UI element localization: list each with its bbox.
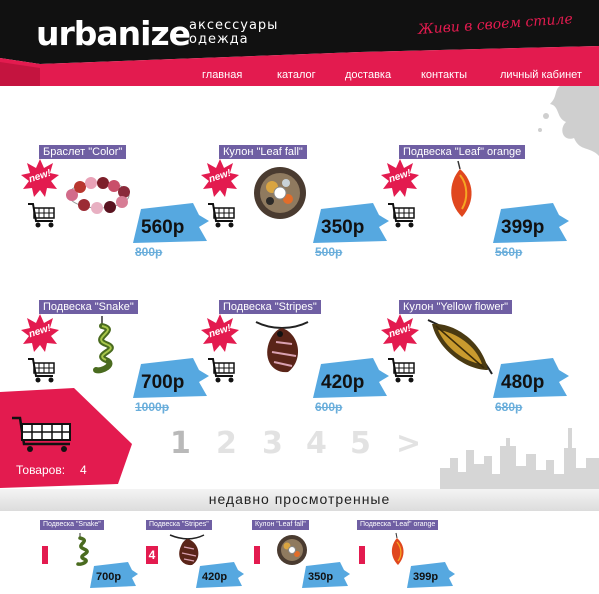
- recently-viewed-title: недавно просмотренные: [208, 491, 391, 507]
- recent-item: Кулон "Leaf fall" 350р: [252, 520, 352, 588]
- price-tag[interactable]: 480р: [493, 358, 571, 398]
- cart-count-label: Товаров:: [16, 463, 66, 477]
- stripes-pendant-image[interactable]: [242, 314, 316, 376]
- recent-item-price-tag[interactable]: 350р: [302, 562, 350, 588]
- recent-item: Подвеска "Leaf" orange 399р: [357, 520, 457, 588]
- new-badge: new!: [201, 159, 239, 197]
- price-tag[interactable]: 560р: [133, 203, 211, 243]
- price: 480р: [501, 372, 545, 393]
- price-tag[interactable]: 700р: [133, 358, 211, 398]
- product-card: Подвеска "Stripes" new! 420р 600р: [201, 300, 389, 420]
- product-card: Кулон "Yellow flower" new! 480р 680р: [381, 300, 569, 420]
- page-1[interactable]: 1: [170, 426, 191, 462]
- round-pendant-image[interactable]: [242, 159, 316, 221]
- add-to-cart-icon[interactable]: [387, 356, 417, 384]
- price: 560р: [141, 217, 185, 238]
- leaf-pendant-image[interactable]: [422, 314, 496, 376]
- recent-item-price: 350р: [308, 571, 334, 583]
- product-title[interactable]: Подвеска "Stripes": [219, 300, 321, 314]
- recent-item-count: 4: [146, 546, 158, 564]
- old-price: 600р: [315, 400, 343, 414]
- product-title[interactable]: Кулон "Yellow flower": [399, 300, 513, 314]
- recent-item-title[interactable]: Подвеска "Leaf" orange: [357, 520, 439, 530]
- logo-subtitle: аксессуары одежда: [189, 19, 278, 47]
- recent-item-price-tag[interactable]: 420р: [196, 562, 244, 588]
- old-price: 680р: [495, 400, 523, 414]
- cart-count: 4: [80, 463, 87, 477]
- page-4[interactable]: 4: [306, 426, 327, 462]
- add-to-cart-icon[interactable]: [27, 201, 57, 229]
- price: 350р: [321, 217, 365, 238]
- product-card: Кулон "Leaf fall" new! 350р 500р: [201, 145, 389, 265]
- price-tag[interactable]: 420р: [313, 358, 391, 398]
- recent-item-price-tag[interactable]: 399р: [407, 562, 455, 588]
- recent-item: Подвеска "Snake" 700р: [40, 520, 140, 588]
- shopping-cart-icon[interactable]: [12, 416, 74, 452]
- recent-item-count: [42, 546, 48, 564]
- recent-item-title[interactable]: Подвеска "Stripes": [146, 520, 212, 530]
- nav-account[interactable]: личный кабинет: [500, 68, 582, 82]
- new-badge: new!: [21, 159, 59, 197]
- logo-subtitle-line2: одежда: [189, 32, 249, 47]
- page-5[interactable]: 5: [350, 426, 371, 462]
- logo-subtitle-line1: аксессуары: [189, 18, 279, 33]
- product-card: Браслет "Color" new! 560р 800р: [21, 145, 209, 265]
- recent-item-title[interactable]: Кулон "Leaf fall": [252, 520, 309, 530]
- snake-pendant-image[interactable]: [62, 314, 136, 376]
- next-page-button[interactable]: >: [396, 426, 421, 462]
- nav-catalog[interactable]: каталог: [277, 68, 316, 82]
- product-title[interactable]: Кулон "Leaf fall": [219, 145, 307, 159]
- old-price: 500р: [315, 245, 343, 259]
- pagination: 1 2 3 4 5 >: [166, 426, 436, 462]
- site-logo[interactable]: urbanize: [36, 14, 191, 54]
- site-header: urbanize аксессуары одежда Живи в своем …: [0, 0, 599, 86]
- old-price: 1000р: [135, 400, 170, 414]
- page-2[interactable]: 2: [216, 426, 237, 462]
- city-skyline-decoration: [440, 428, 599, 490]
- price: 399р: [501, 217, 545, 238]
- recent-item-title[interactable]: Подвеска "Snake": [40, 520, 104, 530]
- new-badge: new!: [21, 314, 59, 352]
- price: 700р: [141, 372, 185, 393]
- product-card: Подвеска "Leaf" orange new! 399р 560р: [381, 145, 569, 265]
- price-tag[interactable]: 350р: [313, 203, 391, 243]
- product-title[interactable]: Браслет "Color": [39, 145, 127, 159]
- orange-leaf-pendant-image[interactable]: [422, 159, 496, 221]
- add-to-cart-icon[interactable]: [387, 201, 417, 229]
- old-price: 800р: [135, 245, 163, 259]
- product-title[interactable]: Подвеска "Leaf" orange: [399, 145, 526, 159]
- old-price: 560р: [495, 245, 523, 259]
- new-badge: new!: [201, 314, 239, 352]
- recent-item: Подвеска "Stripes" 4 420р: [146, 520, 246, 588]
- new-badge: new!: [381, 159, 419, 197]
- price-tag[interactable]: 399р: [493, 203, 571, 243]
- nav-contacts[interactable]: контакты: [421, 68, 467, 82]
- add-to-cart-icon[interactable]: [207, 201, 237, 229]
- nav-home[interactable]: главная: [202, 68, 242, 82]
- page-3[interactable]: 3: [262, 426, 283, 462]
- recent-item-count: [359, 546, 365, 564]
- recent-item-price: 420р: [202, 571, 228, 583]
- bracelet-image[interactable]: [62, 159, 136, 221]
- product-title[interactable]: Подвеска "Snake": [39, 300, 138, 314]
- add-to-cart-icon[interactable]: [207, 356, 237, 384]
- recent-item-price: 700р: [96, 571, 122, 583]
- main-nav: главная каталог доставка контакты личный…: [0, 68, 599, 82]
- price: 420р: [321, 372, 365, 393]
- recent-item-count: [254, 546, 260, 564]
- recent-item-price-tag[interactable]: 700р: [90, 562, 138, 588]
- cart-summary[interactable]: Товаров: 4: [0, 388, 140, 488]
- recent-item-price: 399р: [413, 571, 439, 583]
- nav-delivery[interactable]: доставка: [345, 68, 391, 82]
- add-to-cart-icon[interactable]: [27, 356, 57, 384]
- new-badge: new!: [381, 314, 419, 352]
